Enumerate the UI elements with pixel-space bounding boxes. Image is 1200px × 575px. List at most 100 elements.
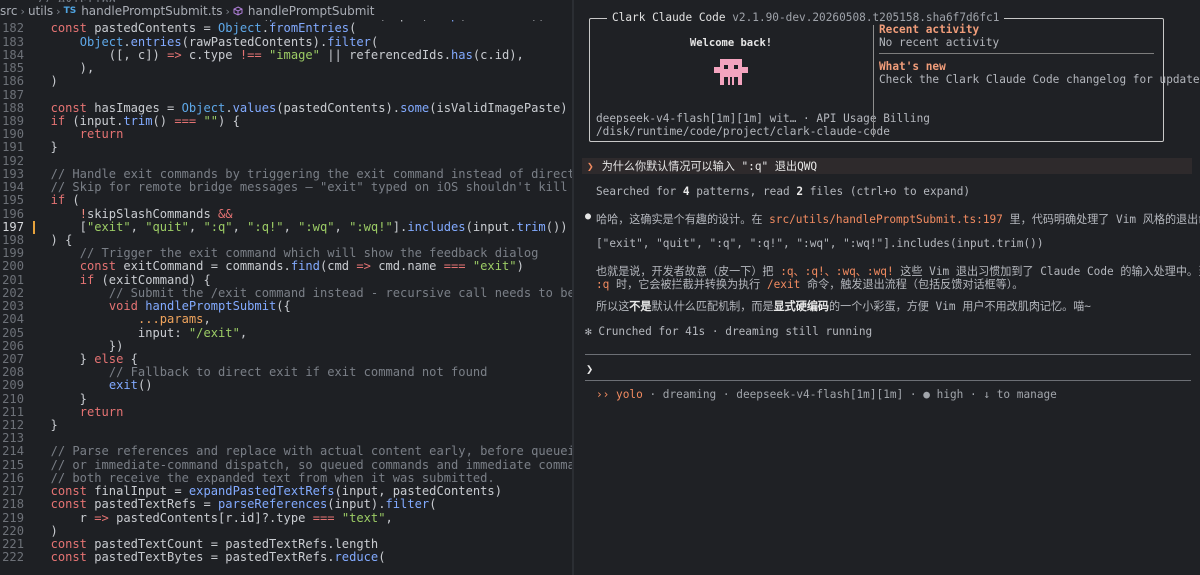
code-text: const finalInput = expandPastedTextRefs(…	[50, 484, 502, 499]
code-editor[interactable]: // existing ...181 const referencedIds =…	[0, 0, 572, 575]
code-text: if (	[50, 193, 80, 208]
welcome-box: Clark Claude Code v2.1.90-dev.20260508.t…	[589, 11, 1200, 143]
code-line[interactable]: 218 const pastedTextRefs = parseReferenc…	[0, 498, 572, 511]
line-number: 195	[2, 193, 24, 208]
line-number: 218	[2, 497, 24, 512]
code-text: // Skip for remote bridge messages — "ex…	[50, 180, 568, 195]
chevron-right-icon: ›	[20, 4, 25, 18]
input-top-border	[585, 354, 1191, 355]
line-number: 219	[2, 510, 24, 525]
status-text: · dreaming · deepseek-v4-flash[1m][1m] ·…	[642, 388, 1057, 401]
breadcrumb: src › utils › TS handlePromptSubmit.ts ›…	[0, 2, 572, 20]
code-line[interactable]: 212 }	[0, 418, 572, 433]
code-text: ...params,	[137, 312, 211, 327]
reply-line-1: 哈哈，这确实是个有趣的设计。在 src/utils/handlePromptSu…	[596, 211, 1200, 227]
code-line[interactable]: 185 ),	[0, 61, 572, 75]
line-number: 214	[2, 444, 24, 459]
whats-new-text: Check the Clark Claude Code changelog fo…	[879, 73, 1200, 86]
mascot-icon	[714, 59, 748, 85]
mode-indicator[interactable]: ›› yolo	[596, 388, 643, 401]
code-line[interactable]: 204 ...params,	[0, 313, 572, 326]
line-number: 196	[2, 206, 24, 221]
reply-bold: 不是	[629, 300, 652, 313]
line-number: 204	[2, 312, 24, 327]
gutter-change-marker	[33, 220, 35, 234]
code-line[interactable]: 197 ["exit", "quit", ":q", ":q!", ":wq",…	[0, 219, 572, 234]
code-text: const exitCommand = commands.find(cmd =>…	[79, 259, 524, 274]
line-number: 215	[2, 457, 24, 472]
reply-code: ["exit", "quit", ":q", ":q!", ":wq", ":w…	[596, 237, 1044, 250]
input-bottom-border	[585, 380, 1191, 381]
terminal-pane[interactable]: Clark Claude Code v2.1.90-dev.20260508.t…	[574, 0, 1200, 575]
search-summary[interactable]: Searched for 4 patterns, read 2 files (c…	[596, 185, 970, 198]
code-line[interactable]: 206 })	[0, 338, 572, 353]
code-line[interactable]: 196 !skipSlashCommands &&	[0, 206, 572, 221]
whats-new: What's new Check the Clark Claude Code c…	[879, 60, 1200, 86]
cwd-path: /disk/runtime/code/project/clark-claude-…	[596, 125, 890, 138]
line-number: 182	[2, 21, 24, 36]
line-number: 183	[2, 34, 24, 49]
file-reference[interactable]: src/utils/handlePromptSubmit.ts:197	[769, 213, 1003, 226]
line-number: 206	[2, 338, 24, 353]
recent-activity-title: Recent activity	[879, 23, 980, 36]
reply-line-3: :q 时，它会被拦截并转换为执行 /exit 命令，触发退出流程（包括反馈对话框…	[596, 276, 1023, 292]
code-text: }	[36, 418, 58, 433]
line-number: 200	[2, 259, 24, 274]
box-hdivider	[879, 53, 1154, 54]
breadcrumb-src[interactable]: src	[0, 4, 18, 18]
code-text: Object.entries(rawPastedContents).filter…	[79, 34, 379, 49]
whats-new-title: What's new	[879, 60, 946, 73]
reply-text: 默认什么匹配机制，而是	[651, 300, 774, 313]
typescript-file-icon: TS	[63, 6, 77, 16]
search-summary-text: patterns, read	[689, 185, 797, 198]
bullet-icon: ●	[585, 211, 592, 222]
code-line[interactable]: 188 const hasImages = Object.values(past…	[0, 100, 572, 115]
reply-text: 命令，触发退出流程（包括反馈对话框等）。	[800, 278, 1024, 291]
prompt-chevron-icon: ❯	[586, 362, 594, 376]
code-line[interactable]: 190 return	[0, 127, 572, 141]
code-text: }	[36, 140, 58, 155]
code-line[interactable]: 222 const pastedTextBytes = pastedTextRe…	[0, 551, 572, 564]
code-line[interactable]: 211 return	[0, 405, 572, 419]
reply-text: 时，它会被拦截并转换为执行	[609, 278, 767, 291]
line-number: 187	[2, 87, 24, 102]
reply-text: 的一个小彩蛋，方便 Vim 用户不用改肌肉记忆。喵~	[829, 300, 1091, 313]
code-text: ([, c]) => c.type !== "image" || referen…	[36, 47, 524, 62]
search-summary-text: files (ctrl+o to expand)	[803, 185, 971, 198]
reply-text: 所以这	[596, 300, 630, 313]
line-number: 197	[2, 219, 24, 234]
code-line[interactable]: 217 const finalInput = expandPastedTextR…	[0, 484, 572, 499]
code-text: const pastedTextBytes = pastedTextRefs.r…	[50, 550, 386, 565]
code-line[interactable]: 192	[0, 153, 572, 168]
reply-text: 哈哈，这确实是个有趣的设计。在	[596, 213, 770, 226]
breadcrumb-symbol[interactable]: handlePromptSubmit	[248, 4, 375, 18]
line-number: 191	[2, 140, 24, 155]
box-divider	[873, 25, 874, 137]
code-text: ["exit", "quit", ":q", ":q!", ":wq", ":w…	[36, 219, 568, 234]
vim-command: :q	[596, 278, 610, 291]
line-number: 210	[2, 391, 24, 406]
code-line[interactable]: 219 r => pastedContents[r.id]?.type === …	[0, 510, 572, 525]
line-number: 188	[2, 100, 24, 115]
exit-command: /exit	[766, 278, 801, 291]
code-line[interactable]: 191 }	[0, 141, 572, 154]
prompt-input[interactable]: ❯	[586, 362, 593, 376]
crunched-status: ✻ Crunched for 41s · dreaming still runn…	[585, 325, 873, 338]
breadcrumb-file[interactable]: handlePromptSubmit.ts	[81, 4, 222, 18]
recent-activity-text: No recent activity	[879, 36, 1000, 49]
reply-bold: 显式硬编码	[773, 300, 830, 313]
chevron-right-icon: ›	[56, 4, 61, 18]
reply-text: 里，代码明确处理了 Vim 风格的退出命令：	[1009, 213, 1200, 226]
line-number: 222	[2, 550, 24, 565]
line-number: 192	[2, 153, 24, 168]
reply-code-text: ["exit", "quit", ":q", ":q!", ":wq", ":w…	[596, 237, 1044, 250]
code-line[interactable]: 209 exit()	[0, 379, 572, 392]
code-line[interactable]: 194 // Skip for remote bridge messages —…	[0, 180, 572, 195]
chevron-right-icon: ›	[225, 4, 230, 18]
pattern-count: 4	[682, 185, 690, 198]
code-line[interactable]: 186 )	[0, 75, 572, 88]
welcome-left: Welcome back! deepseek-v4-flash[1m][1m] …	[590, 19, 930, 143]
code-line[interactable]: 205 input: "/exit",	[0, 326, 572, 340]
breadcrumb-utils[interactable]: utils	[28, 4, 53, 18]
welcome-text: Welcome back!	[689, 37, 773, 49]
